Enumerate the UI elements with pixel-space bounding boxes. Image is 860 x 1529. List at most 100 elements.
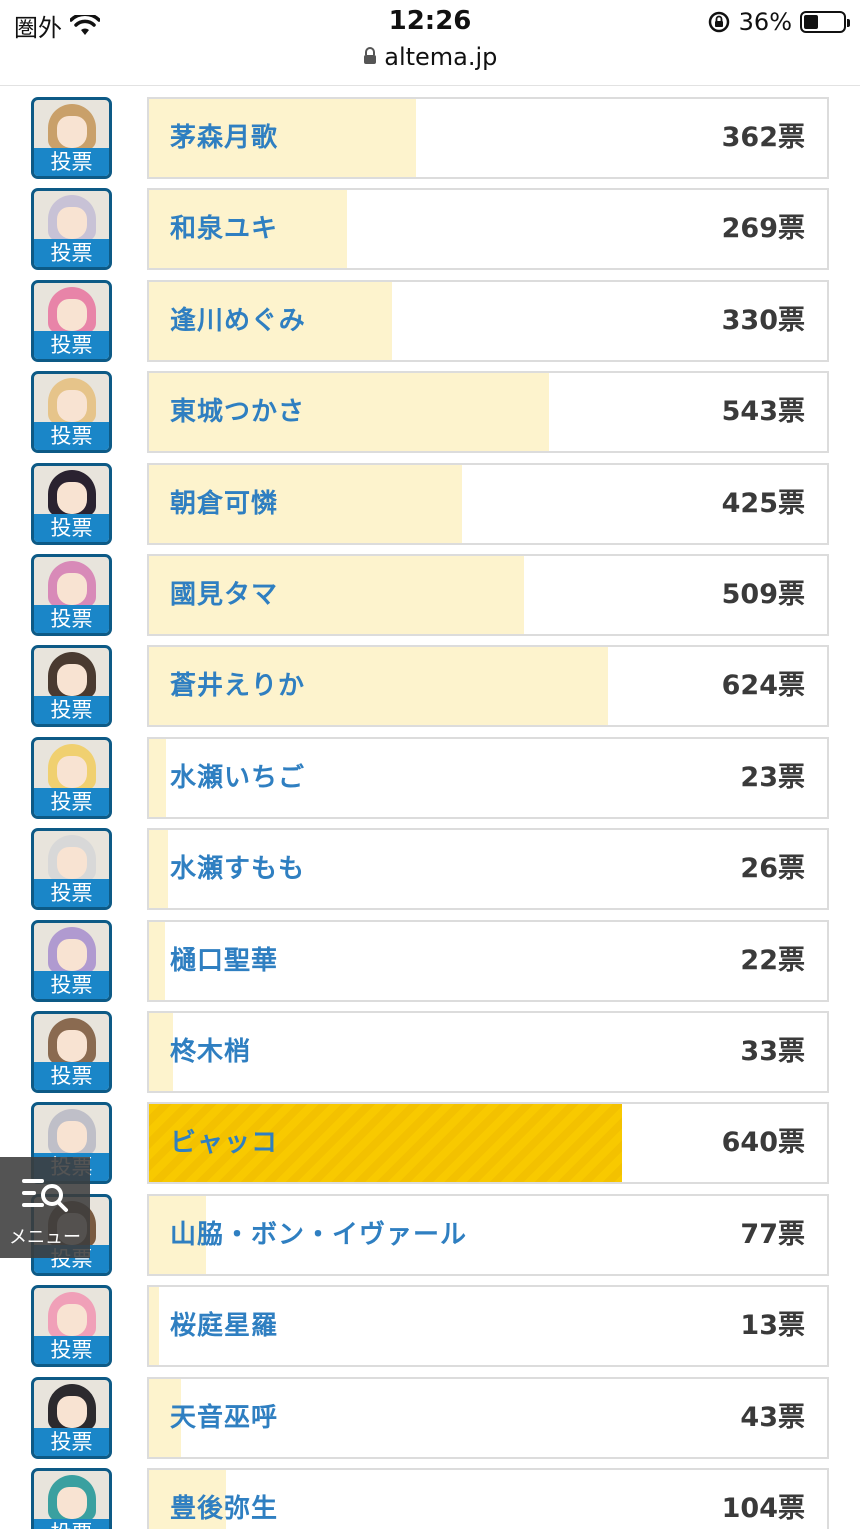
vote-count: 330票 xyxy=(721,305,805,336)
vote-bar: 水瀬すもも 26票 xyxy=(147,828,829,910)
character-portrait xyxy=(34,1471,109,1523)
character-portrait xyxy=(34,648,109,700)
candidate-name: 樋口聖華 xyxy=(170,946,279,976)
candidate-name: 逢川めぐみ xyxy=(170,306,306,336)
vote-avatar-button[interactable]: 投票 xyxy=(31,280,112,362)
candidate-row: 投票 天音巫呼 43票 xyxy=(0,1377,860,1459)
vote-label: 投票 xyxy=(34,788,109,816)
status-right: 36% xyxy=(707,8,850,36)
candidate-name: 柊木梢 xyxy=(170,1037,252,1067)
candidate-name: 天音巫呼 xyxy=(170,1403,279,1433)
candidate-row: 投票 朝倉可憐 425票 xyxy=(0,463,860,545)
vote-avatar-button[interactable]: 投票 xyxy=(31,463,112,545)
vote-avatar-button[interactable]: 投票 xyxy=(31,1468,112,1529)
candidate-row: 投票 逢川めぐみ 330票 xyxy=(0,280,860,362)
rotation-lock-icon xyxy=(708,11,729,33)
character-portrait xyxy=(34,1105,109,1157)
vote-bar: 山脇・ボン・イヴァール 77票 xyxy=(147,1194,829,1276)
candidate-name: 桜庭星羅 xyxy=(170,1311,279,1341)
character-portrait xyxy=(34,100,109,152)
character-portrait xyxy=(34,1288,109,1340)
vote-avatar-button[interactable]: 投票 xyxy=(31,920,112,1002)
vote-label: 投票 xyxy=(34,514,109,542)
vote-label: 投票 xyxy=(34,1062,109,1090)
vote-bar: 和泉ユキ 269票 xyxy=(147,188,829,270)
vote-bar: 水瀬いちご 23票 xyxy=(147,737,829,819)
vote-label: 投票 xyxy=(34,1336,109,1364)
vote-avatar-button[interactable]: 投票 xyxy=(31,97,112,179)
character-portrait xyxy=(34,1014,109,1066)
vote-avatar-button[interactable]: 投票 xyxy=(31,371,112,453)
vote-label: 投票 xyxy=(34,879,109,907)
candidate-name: 水瀬すもも xyxy=(170,854,306,884)
vote-avatar-button[interactable]: 投票 xyxy=(31,645,112,727)
battery-level xyxy=(804,15,818,29)
character-portrait xyxy=(34,1380,109,1432)
candidate-name: 豊後弥生 xyxy=(170,1494,279,1524)
candidate-row: 投票ビャッコ640票 xyxy=(0,1102,860,1184)
character-portrait xyxy=(34,191,109,243)
candidate-name: 國見タマ xyxy=(170,580,279,610)
candidate-row: 投票 蒼井えりか 624票 xyxy=(0,645,860,727)
vote-count: 425票 xyxy=(721,488,805,519)
character-portrait xyxy=(34,466,109,518)
vote-label: 投票 xyxy=(34,239,109,267)
candidate-name: ビャッコ xyxy=(170,1128,279,1158)
vote-avatar-button[interactable]: 投票 xyxy=(31,1377,112,1459)
vote-bar-fill xyxy=(149,1287,159,1365)
candidate-name: 朝倉可憐 xyxy=(170,489,279,519)
vote-bar: 豊後弥生 104票 xyxy=(147,1468,829,1529)
battery-percent: 36% xyxy=(738,8,792,36)
vote-bar: 蒼井えりか 624票 xyxy=(147,645,829,727)
address-bar[interactable]: altema.jp xyxy=(0,42,860,71)
candidate-row: 投票 樋口聖華 22票 xyxy=(0,920,860,1002)
vote-count: 77票 xyxy=(740,1219,805,1250)
vote-label: 投票 xyxy=(34,696,109,724)
vote-label: 投票 xyxy=(34,971,109,999)
candidate-row: 投票 茅森月歌 362票 xyxy=(0,97,860,179)
vote-avatar-button[interactable]: 投票 xyxy=(31,737,112,819)
candidate-name: 東城つかさ xyxy=(170,397,306,427)
vote-label: 投票 xyxy=(34,331,109,359)
battery-icon xyxy=(800,11,850,33)
vote-avatar-button[interactable]: 投票 xyxy=(31,554,112,636)
vote-bar: 天音巫呼 43票 xyxy=(147,1377,829,1459)
vote-bar-fill xyxy=(149,739,166,817)
vote-bar: 國見タマ 509票 xyxy=(147,554,829,636)
vote-label: 投票 xyxy=(34,605,109,633)
menu-button[interactable]: メニュー xyxy=(0,1157,90,1258)
character-portrait xyxy=(34,831,109,883)
candidate-row: 投票 柊木梢 33票 xyxy=(0,1011,860,1093)
status-bar: 圏外 12:26 altema.jp 36% xyxy=(0,0,860,86)
search-list-icon xyxy=(22,1179,68,1212)
url-text: altema.jp xyxy=(384,43,498,71)
vote-bar: 逢川めぐみ 330票 xyxy=(147,280,829,362)
character-portrait xyxy=(34,923,109,975)
vote-label: 投票 xyxy=(34,1428,109,1456)
vote-avatar-button[interactable]: 投票 xyxy=(31,188,112,270)
vote-label: 投票 xyxy=(34,1519,109,1529)
candidate-row: 投票 桜庭星羅 13票 xyxy=(0,1285,860,1367)
candidate-row: 投票 和泉ユキ 269票 xyxy=(0,188,860,270)
vote-bar: 桜庭星羅 13票 xyxy=(147,1285,829,1367)
vote-label: 投票 xyxy=(34,422,109,450)
vote-avatar-button[interactable]: 投票 xyxy=(31,828,112,910)
vote-count: 22票 xyxy=(740,945,805,976)
candidate-name: 蒼井えりか xyxy=(170,671,306,701)
vote-count: 13票 xyxy=(740,1310,805,1341)
candidate-row: 投票 山脇・ボン・イヴァール 77票 xyxy=(0,1194,860,1276)
candidate-name: 和泉ユキ xyxy=(170,214,279,244)
candidate-row: 投票 水瀬いちご 23票 xyxy=(0,737,860,819)
vote-bar: 茅森月歌 362票 xyxy=(147,97,829,179)
vote-count: 43票 xyxy=(740,1402,805,1433)
vote-avatar-button[interactable]: 投票 xyxy=(31,1011,112,1093)
vote-avatar-button[interactable]: 投票 xyxy=(31,1285,112,1367)
vote-bar: 柊木梢 33票 xyxy=(147,1011,829,1093)
vote-bar-fill xyxy=(149,830,168,908)
character-portrait xyxy=(34,374,109,426)
character-portrait xyxy=(34,740,109,792)
vote-bar-fill xyxy=(149,922,165,1000)
vote-count: 640票 xyxy=(721,1127,805,1158)
candidate-name: 山脇・ボン・イヴァール xyxy=(170,1220,468,1250)
vote-count: 362票 xyxy=(721,122,805,153)
